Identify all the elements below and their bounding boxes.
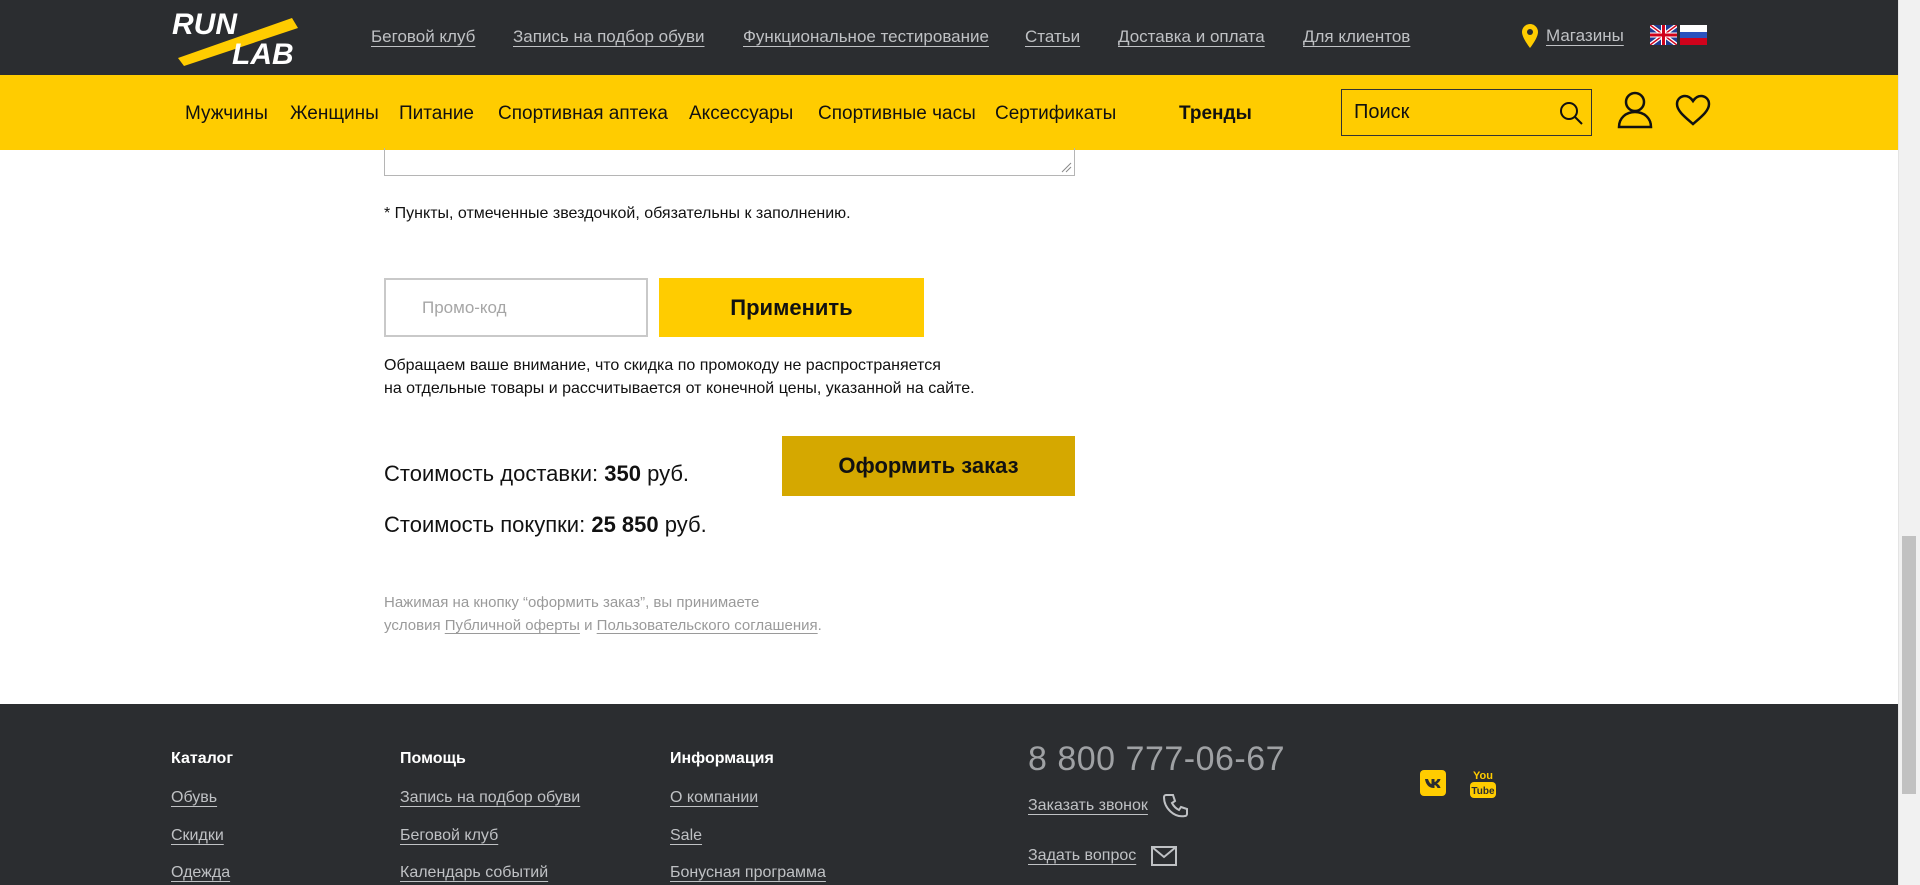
runlab-logo[interactable]: RUN LAB — [170, 6, 310, 68]
nav-item-women[interactable]: Женщины — [290, 103, 379, 125]
delivery-cost: Стоимость доставки: 350 руб. — [384, 461, 689, 487]
mail-icon — [1151, 846, 1178, 866]
heart-icon[interactable] — [1675, 94, 1711, 126]
footer-help-title: Помощь — [400, 750, 466, 767]
nav-item-accessories[interactable]: Аксессуары — [689, 103, 793, 125]
apply-promo-button[interactable]: Применить — [659, 278, 924, 337]
toplink-delivery-payment[interactable]: Доставка и оплата — [1118, 27, 1265, 47]
nav-item-certificates[interactable]: Сертификаты — [995, 103, 1116, 125]
nav-item-sport-watches[interactable]: Спортивные часы — [818, 103, 976, 125]
youtube-text-you: You — [1473, 770, 1493, 782]
footer-link-bonus-program[interactable]: Бонусная программа — [670, 864, 826, 882]
order-terms-prefix: условия — [384, 617, 441, 634]
user-icon[interactable] — [1617, 91, 1653, 129]
purchase-cost-label: Стоимость покупки: — [384, 512, 586, 537]
footer-info-title: Информация — [670, 750, 774, 767]
ask-question-label: Задать вопрос — [1028, 847, 1137, 864]
stores-label: Магазины — [1546, 26, 1624, 45]
footer-link-about[interactable]: О компании — [670, 789, 758, 807]
footer-link-discounts[interactable]: Скидки — [171, 827, 224, 845]
nav-item-men[interactable]: Мужчины — [185, 103, 268, 125]
purchase-cost-value: 25 850 — [591, 512, 659, 537]
footer-link-sale[interactable]: Sale — [670, 827, 702, 845]
delivery-cost-value: 350 — [604, 461, 641, 486]
promo-disclaimer-line-2: на отдельные товары и рассчитывается от … — [384, 380, 975, 397]
order-terms-and: и — [584, 617, 593, 634]
search-placeholder: Поиск — [1354, 101, 1410, 123]
nav-item-trends[interactable]: Тренды — [1179, 103, 1252, 125]
order-terms: Нажимая на кнопку “оформить заказ”, вы п… — [384, 591, 822, 637]
main-nav: Мужчины Женщины Питание Спортивная аптек… — [0, 75, 1898, 150]
resize-handle-icon[interactable] — [1060, 161, 1072, 173]
promo-code-placeholder: Промо-код — [422, 297, 507, 317]
public-offer-link[interactable]: Публичной оферты — [445, 617, 580, 634]
map-pin-icon — [1522, 24, 1538, 48]
footer-catalog-title: Каталог — [171, 750, 233, 767]
footer-link-shoe-fitting[interactable]: Запись на подбор обуви — [400, 789, 580, 807]
toplink-articles[interactable]: Статьи — [1025, 27, 1080, 47]
top-bar: RUN LAB Беговой клуб Запись на подбор об… — [0, 0, 1898, 75]
toplink-functional-testing[interactable]: Функциональное тестирование — [743, 27, 989, 47]
ru-flag-icon[interactable] — [1680, 25, 1707, 45]
search-icon[interactable] — [1551, 93, 1591, 133]
youtube-icon[interactable]: You Tube — [1469, 767, 1497, 801]
stores-link[interactable]: Магазины — [1522, 24, 1624, 48]
logo-text-run: RUN — [172, 8, 238, 41]
footer-link-running-club[interactable]: Беговой клуб — [400, 827, 498, 845]
language-switch — [1650, 25, 1707, 45]
logo-text-lab: LAB — [232, 38, 294, 68]
uk-flag-icon[interactable] — [1650, 25, 1677, 45]
delivery-cost-label: Стоимость доставки: — [384, 461, 599, 486]
footer: Каталог Обувь Скидки Одежда Помощь Запис… — [0, 704, 1898, 885]
nav-item-nutrition[interactable]: Питание — [399, 103, 474, 125]
footer-phone[interactable]: 8 800 777-06-67 — [1028, 740, 1285, 779]
toplink-running-club[interactable]: Беговой клуб — [371, 27, 475, 47]
phone-icon — [1162, 794, 1188, 818]
request-call-link[interactable]: Заказать звонок — [1028, 792, 1190, 820]
promo-disclaimer-line-1: Обращаем ваше внимание, что скидка по пр… — [384, 357, 941, 374]
search-input[interactable]: Поиск — [1341, 89, 1592, 136]
delivery-cost-currency: руб. — [647, 461, 690, 486]
footer-link-clothing[interactable]: Одежда — [171, 864, 230, 882]
request-call-label: Заказать звонок — [1028, 797, 1148, 814]
footer-link-events-calendar[interactable]: Календарь событий — [400, 864, 548, 882]
purchase-cost-currency: руб. — [664, 512, 707, 537]
promo-code-input[interactable]: Промо-код — [384, 278, 648, 337]
ask-question-link[interactable]: Задать вопрос — [1028, 845, 1178, 867]
nav-item-sports-pharmacy[interactable]: Спортивная аптека — [498, 103, 668, 125]
order-terms-end: . — [817, 617, 822, 634]
footer-link-shoes[interactable]: Обувь — [171, 789, 217, 807]
vk-icon[interactable] — [1420, 770, 1446, 796]
purchase-cost: Стоимость покупки: 25 850 руб. — [384, 512, 707, 538]
youtube-text-tube: Tube — [1471, 786, 1495, 797]
toplink-shoe-fitting[interactable]: Запись на подбор обуви — [513, 27, 705, 47]
required-fields-note: * Пункты, отмеченные звездочкой, обязате… — [384, 205, 851, 222]
place-order-button[interactable]: Оформить заказ — [782, 436, 1075, 496]
comment-textarea[interactable] — [384, 148, 1075, 176]
toplink-for-clients[interactable]: Для клиентов — [1303, 27, 1410, 47]
promo-disclaimer: Обращаем ваше внимание, что скидка по пр… — [384, 354, 975, 400]
order-terms-line-1: Нажимая на кнопку “оформить заказ”, вы п… — [384, 594, 760, 611]
scrollbar-thumb[interactable] — [1902, 536, 1916, 794]
user-agreement-link[interactable]: Пользовательского соглашения — [597, 617, 818, 634]
